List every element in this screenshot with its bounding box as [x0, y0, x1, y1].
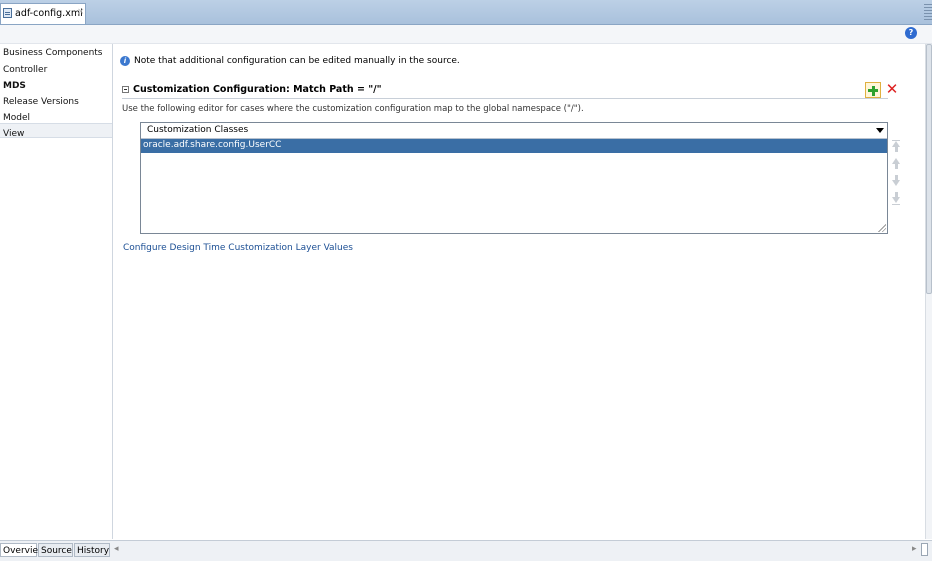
scrollbar-thumb[interactable] — [926, 44, 932, 294]
info-icon: i — [120, 56, 130, 66]
move-to-bottom-icon[interactable] — [890, 191, 902, 205]
panel-grip-icon[interactable] — [924, 4, 932, 20]
list-header-label: Customization Classes — [147, 125, 249, 135]
sidebar-item-controller[interactable]: Controller — [3, 65, 47, 75]
tab-overview[interactable]: Overview — [0, 543, 45, 557]
resize-grip-icon[interactable] — [878, 224, 886, 232]
list-item[interactable]: oracle.adf.share.config.UserCC — [141, 139, 887, 153]
customization-classes-list[interactable]: Customization Classes oracle.adf.share.c… — [140, 122, 888, 234]
section-description: Use the following editor for cases where… — [122, 104, 584, 114]
scroll-right-icon[interactable]: ▸ — [912, 544, 917, 554]
info-note: i Note that additional configuration can… — [120, 56, 460, 66]
customization-section-header: Customization Configuration: Match Path … — [122, 84, 888, 99]
editor-tab-adf-config[interactable]: adf-config.xml × — [0, 3, 86, 24]
reorder-controls — [890, 140, 904, 208]
list-header[interactable]: Customization Classes — [141, 123, 887, 139]
horizontal-scroll-box[interactable] — [921, 543, 928, 556]
sidebar-item-model[interactable]: Model — [3, 113, 30, 123]
sidebar-item-release-versions[interactable]: Release Versions — [3, 97, 79, 107]
info-note-text: Note that additional configuration can b… — [134, 56, 460, 66]
move-to-top-icon[interactable] — [890, 140, 902, 154]
configure-layer-values-link[interactable]: Configure Design Time Customization Laye… — [123, 243, 353, 253]
editor-tab-label: adf-config.xml — [15, 8, 83, 19]
tab-source[interactable]: Source — [38, 543, 73, 557]
editor-tab-bar: adf-config.xml × — [0, 0, 932, 25]
tab-history[interactable]: History — [74, 543, 110, 557]
sidebar-item-mds[interactable]: MDS — [3, 81, 26, 91]
close-icon[interactable]: × — [77, 7, 85, 17]
xml-file-icon — [3, 8, 12, 18]
scroll-left-icon[interactable]: ◂ — [114, 544, 119, 554]
section-title: Customization Configuration: Match Path … — [133, 84, 382, 95]
vertical-scrollbar[interactable] — [925, 44, 932, 539]
help-icon[interactable]: ? — [905, 27, 917, 39]
list-item-label: oracle.adf.share.config.UserCC — [143, 140, 282, 150]
delete-button[interactable]: ✕ — [884, 81, 900, 97]
move-down-icon[interactable] — [890, 174, 902, 188]
editor-toolbar-strip — [0, 25, 932, 44]
overview-sidebar: Business Components Controller MDS Relea… — [0, 44, 113, 539]
dropdown-arrow-icon[interactable] — [876, 128, 884, 133]
collapse-icon[interactable] — [122, 86, 129, 93]
editor-bottom-tabs: Overview Source History ◂ ▸ — [0, 540, 932, 561]
mds-editor-panel — [113, 44, 925, 539]
sidebar-item-business-components[interactable]: Business Components — [3, 48, 103, 58]
move-up-icon[interactable] — [890, 157, 902, 171]
add-button[interactable] — [865, 82, 881, 98]
sidebar-item-view[interactable]: View — [3, 129, 24, 139]
